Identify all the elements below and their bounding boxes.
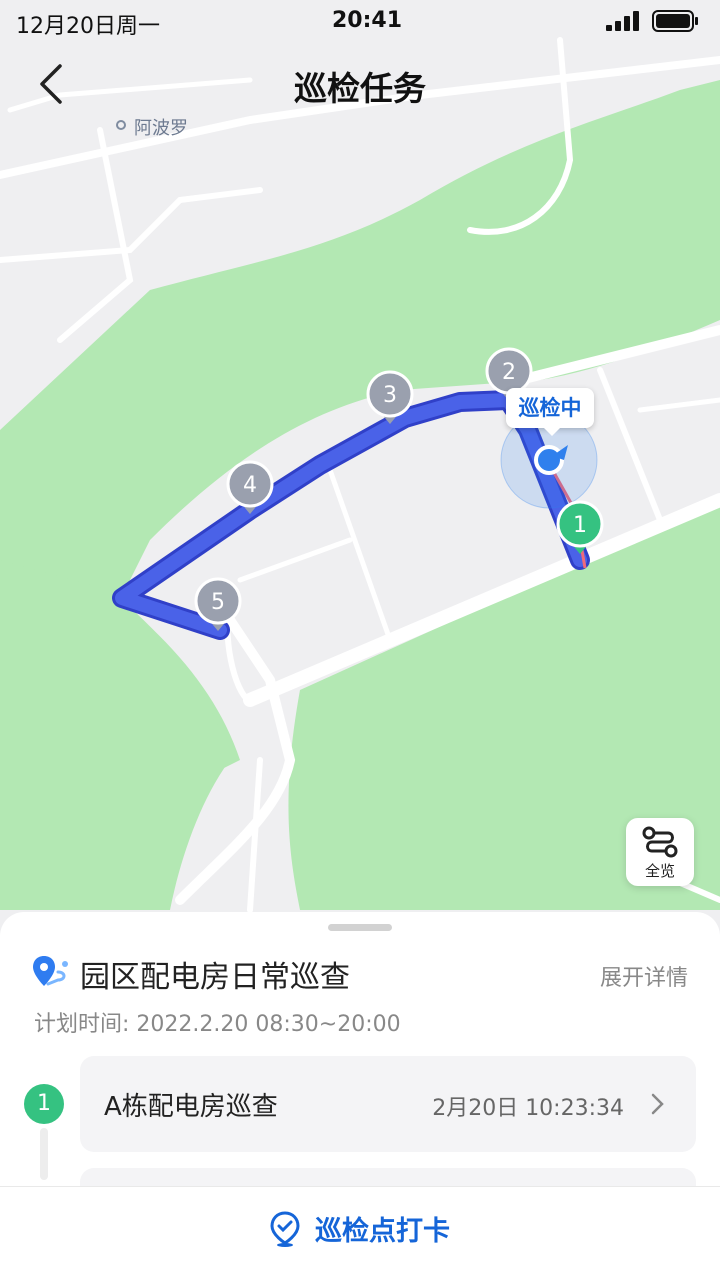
map-marker-label: 1 (573, 513, 587, 538)
status-bar: 12月20日周一 20:41 (0, 0, 720, 44)
chevron-right-icon (651, 1093, 664, 1115)
map-view[interactable]: 1 2 3 4 5 (0, 0, 720, 1000)
map-marker-label: 5 (211, 590, 225, 615)
overview-button[interactable]: 全览 (626, 818, 694, 886)
page-title: 巡检任务 (294, 69, 426, 108)
step-time: 2月20日 10:23:34 (432, 1096, 624, 1121)
location-check-icon (270, 1210, 300, 1247)
poi-dot-icon (116, 120, 126, 130)
status-time: 20:41 (332, 8, 403, 33)
overview-label: 全览 (644, 862, 675, 880)
status-date: 12月20日周一 (16, 14, 160, 39)
patrol-status-bubble: 巡检中 (506, 388, 594, 436)
bottom-action-bar: 巡检点打卡 (0, 1186, 720, 1280)
expand-details-link[interactable]: 展开详情 (600, 960, 688, 992)
step-connector (40, 1128, 48, 1180)
patrol-task-screen: 1 2 3 4 5 12月20日周一 20:41 巡检任务 阿波罗 巡检中 全览 园区配… (0, 0, 720, 1280)
checkin-button[interactable]: 巡检点打卡 (0, 1209, 720, 1248)
step-card[interactable]: A栋配电房巡查 2月20日 10:23:34 (80, 1056, 696, 1152)
checkin-label: 巡检点打卡 (315, 1216, 451, 1247)
sheet-drag-handle[interactable] (328, 924, 392, 931)
map-marker-label: 4 (243, 473, 257, 498)
route-pin-icon (33, 956, 68, 986)
plan-time: 计划时间: 2022.2.20 08:30~20:00 (34, 1012, 401, 1037)
route-overview-icon (642, 826, 678, 858)
step-name: A栋配电房巡查 (104, 1092, 278, 1122)
poi-label[interactable]: 阿波罗 (134, 114, 188, 140)
step-number-badge: 1 (24, 1084, 64, 1124)
task-title: 园区配电房日常巡查 (80, 960, 350, 995)
map-marker-label: 2 (502, 360, 516, 385)
signal-icon (606, 11, 639, 31)
battery-icon (652, 10, 698, 32)
map-marker-label: 3 (383, 383, 397, 408)
current-location-dot (534, 445, 564, 475)
